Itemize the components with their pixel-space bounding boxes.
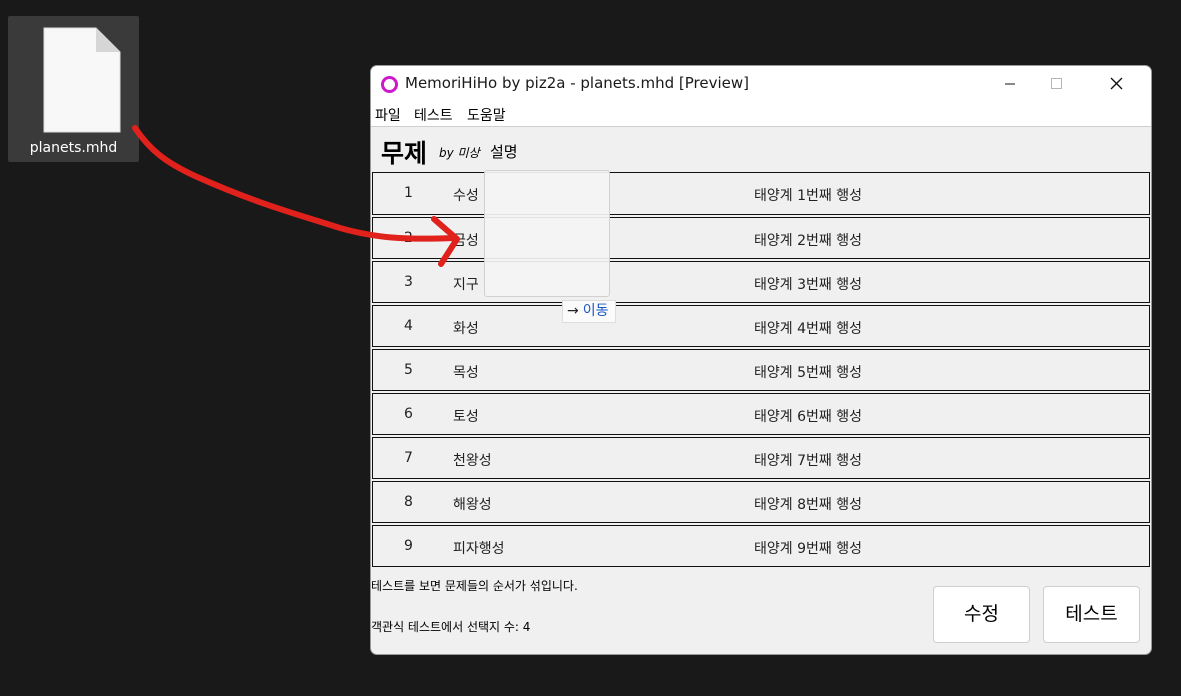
table-row[interactable]: 6 토성 태양계 6번째 행성 [372, 393, 1150, 435]
maximize-icon [1051, 78, 1062, 89]
row-number: 8 [404, 494, 413, 510]
edit-button[interactable]: 수정 [933, 586, 1030, 643]
drag-move-tooltip: → 이동 [562, 300, 616, 323]
row-definition: 태양계 9번째 행성 [754, 541, 862, 557]
row-definition: 태양계 1번째 행성 [754, 188, 862, 204]
table-row[interactable]: 4 화성 태양계 4번째 행성 [372, 305, 1150, 347]
row-term: 목성 [453, 365, 479, 381]
row-term: 해왕성 [453, 497, 492, 513]
document-file-icon [43, 27, 121, 133]
drag-ghost-preview [484, 170, 610, 297]
row-term: 천왕성 [453, 453, 492, 469]
row-number: 1 [404, 185, 413, 201]
row-definition: 태양계 8번째 행성 [754, 497, 862, 513]
window-title: MemoriHiHo by piz2a - planets.mhd [Previ… [405, 74, 749, 92]
row-number: 2 [404, 230, 413, 246]
menu-help[interactable]: 도움말 [467, 105, 506, 125]
app-window: MemoriHiHo by piz2a - planets.mhd [Previ… [370, 65, 1152, 655]
document-description-label[interactable]: 설명 [490, 141, 518, 162]
row-definition: 태양계 7번째 행성 [754, 453, 862, 469]
document-author: by 미상 [439, 146, 480, 160]
menu-bar: 파일 테스트 도움말 [371, 102, 1151, 127]
close-button[interactable] [1087, 66, 1147, 102]
row-number: 5 [404, 362, 413, 378]
shuffle-note: 테스트를 보면 문제들의 순서가 섞입니다. [371, 579, 578, 593]
row-term: 수성 [453, 188, 479, 204]
desktop-file-label: planets.mhd [29, 140, 118, 156]
row-number: 9 [404, 538, 413, 554]
table-row[interactable]: 7 천왕성 태양계 7번째 행성 [372, 437, 1150, 479]
maximize-button[interactable] [1033, 66, 1079, 102]
row-number: 6 [404, 406, 413, 422]
table-row[interactable]: 9 피자행성 태양계 9번째 행성 [372, 525, 1150, 567]
title-bar[interactable]: MemoriHiHo by piz2a - planets.mhd [Previ… [371, 66, 1151, 102]
menu-test[interactable]: 테스트 [414, 105, 453, 125]
close-icon [1110, 77, 1123, 90]
row-number: 7 [404, 450, 413, 466]
row-definition: 태양계 6번째 행성 [754, 409, 862, 425]
table-row[interactable]: 5 목성 태양계 5번째 행성 [372, 349, 1150, 391]
row-number: 4 [404, 318, 413, 334]
menu-file[interactable]: 파일 [375, 105, 401, 125]
row-definition: 태양계 4번째 행성 [754, 321, 862, 337]
drag-move-label: 이동 [582, 303, 609, 319]
minimize-button[interactable] [987, 66, 1033, 102]
row-definition: 태양계 2번째 행성 [754, 233, 862, 249]
row-definition: 태양계 3번째 행성 [754, 277, 862, 293]
row-number: 3 [404, 274, 413, 290]
choice-count-label[interactable]: 객관식 테스트에서 선택지 수: 4 [371, 618, 530, 635]
row-term: 토성 [453, 409, 479, 425]
minimize-icon [1005, 83, 1015, 85]
arrow-right-icon: → [567, 303, 579, 319]
row-term: 금성 [453, 233, 479, 249]
desktop-file-icon[interactable]: planets.mhd [8, 16, 139, 162]
row-term: 화성 [453, 321, 479, 337]
document-title[interactable]: 무제 [381, 134, 427, 170]
app-ring-icon [381, 76, 398, 93]
row-definition: 태양계 5번째 행성 [754, 365, 862, 381]
row-term: 지구 [453, 277, 479, 293]
table-row[interactable]: 8 해왕성 태양계 8번째 행성 [372, 481, 1150, 523]
test-button[interactable]: 테스트 [1043, 586, 1140, 643]
row-term: 피자행성 [453, 541, 505, 557]
